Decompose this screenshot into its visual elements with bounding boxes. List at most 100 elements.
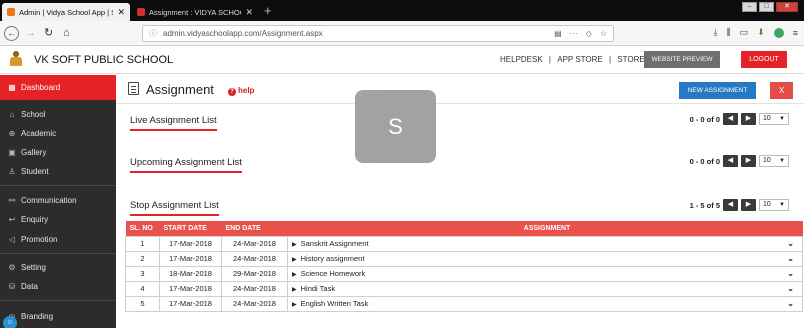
globe-icon: ⊕ (8, 129, 16, 138)
chevron-down-icon[interactable]: ⌄ (787, 299, 794, 308)
browser-tab-admin[interactable]: Admin | Vidya School App | S ✕ (2, 3, 130, 21)
download-icon[interactable]: ⤓ (714, 27, 718, 38)
chevron-down-icon[interactable]: ⌄ (787, 239, 794, 248)
start-date-cell: 17-Mar-2018 (159, 250, 222, 267)
table-row[interactable]: 4 17-Mar-2018 24-Mar-2018 ▶ Hindi Task ⌄ (125, 280, 803, 297)
school-logo-icon (9, 51, 23, 68)
assignment-name[interactable]: History assignment (301, 254, 365, 263)
pocket-icon[interactable]: ◇ (586, 29, 592, 38)
close-button[interactable]: X (770, 82, 793, 99)
expand-arrow-icon[interactable]: ▶ (292, 287, 297, 293)
store-link[interactable]: STORE (617, 55, 644, 64)
info-icon[interactable]: ⓘ (149, 28, 157, 39)
page-actions-icon[interactable]: ··· (570, 29, 578, 38)
url-text[interactable]: admin.vidyaschoolapp.com/Assignment.aspx (163, 29, 546, 38)
logout-button[interactable]: LOGOUT (741, 51, 787, 68)
table-row[interactable]: 3 18-Mar-2018 29-Mar-2018 ▶ Science Homework… (125, 265, 803, 282)
expand-arrow-icon[interactable]: ▶ (292, 302, 297, 308)
page-size-value: 10 (763, 115, 771, 122)
assignment-cell: ▶ Hindi Task ⌄ (287, 280, 803, 297)
helpdesk-link[interactable]: HELPDESK (500, 55, 543, 64)
table-row[interactable]: 5 17-Mar-2018 24-Mar-2018 ▶ English Written … (125, 295, 803, 312)
end-date-cell: 24-Mar-2018 (221, 295, 288, 312)
expand-arrow-icon[interactable]: ▶ (292, 272, 297, 278)
browser-toolbar: ← → ↻ ⌂ ⓘ admin.vidyaschoolapp.com/Assig… (0, 21, 804, 46)
main-content: Assignment ? help NEW ASSIGNMENT X Live A… (116, 75, 804, 328)
next-page-button[interactable]: ▶ (741, 113, 756, 125)
sidebar-item-communication[interactable]: ⚯ Communication (0, 191, 116, 210)
minimize-icon[interactable]: – (742, 2, 757, 12)
app-store-link[interactable]: APP STORE (557, 55, 603, 64)
prev-page-button[interactable]: ◀ (723, 155, 738, 167)
chevron-down-icon[interactable]: ⌄ (787, 269, 794, 278)
chevron-down-icon[interactable]: ⌄ (787, 284, 794, 293)
extension-icon[interactable]: ⬇ (757, 27, 765, 38)
sl-no-cell: 2 (125, 250, 160, 267)
sidebar-item-enquiry[interactable]: ↩ Enquiry (0, 210, 116, 229)
pager-live: 0 - 0 of 0 ◀ ▶ 10 ▼ (684, 113, 789, 125)
assignment-cell: ▶ History assignment ⌄ (287, 250, 803, 267)
chat-help-icon[interactable]: ☺ (3, 316, 17, 328)
page-size-select[interactable]: 10 ▼ (759, 199, 789, 211)
expand-arrow-icon[interactable]: ▶ (292, 242, 297, 248)
image-icon: ▣ (8, 148, 16, 157)
page-size-select[interactable]: 10 ▼ (759, 155, 789, 167)
library-icon[interactable]: ⫼ (727, 27, 731, 38)
assignment-cell: ▶ English Written Task ⌄ (287, 295, 803, 312)
sidebar-item-data[interactable]: ⛁ Data (0, 277, 116, 296)
end-date-cell: 24-Mar-2018 (221, 235, 288, 252)
new-assignment-button[interactable]: NEW ASSIGNMENT (679, 82, 756, 99)
assignment-name[interactable]: Science Homework (301, 269, 366, 278)
close-tab-icon[interactable]: ✕ (117, 7, 125, 18)
reader-icon[interactable]: ▤ (554, 29, 562, 38)
table-header-row: SL. NO START DATE END DATE ASSIGNMENT (125, 221, 803, 236)
new-tab-icon[interactable]: + (264, 3, 272, 18)
sidebar-item-dashboard[interactable]: ▦ Dashboard (0, 75, 116, 100)
assignment-name[interactable]: English Written Task (301, 299, 369, 308)
table-row[interactable]: 2 17-Mar-2018 24-Mar-2018 ▶ History assignme… (125, 250, 803, 267)
next-page-button[interactable]: ▶ (741, 155, 756, 167)
reload-icon[interactable]: ↻ (44, 26, 53, 40)
assignment-name[interactable]: Hindi Task (301, 284, 335, 293)
favicon-icon (137, 8, 145, 16)
column-header: SL. NO (125, 221, 160, 236)
forward-icon[interactable]: → (25, 26, 36, 40)
help-label: help (238, 86, 255, 95)
pager-stop: 1 - 5 of 5 ◀ ▶ 10 ▼ (684, 199, 789, 211)
back-icon[interactable]: ← (4, 26, 19, 41)
stop-assignment-table: SL. NO START DATE END DATE ASSIGNMENT 11… (125, 221, 803, 312)
close-tab-icon[interactable]: ✕ (245, 7, 253, 18)
assignment-name[interactable]: Sanskrit Assignment (301, 239, 369, 248)
address-bar[interactable]: ⓘ admin.vidyaschoolapp.com/Assignment.as… (142, 25, 614, 42)
prev-page-button[interactable]: ◀ (723, 199, 738, 211)
home-icon[interactable]: ⌂ (63, 26, 70, 40)
site-header: VK SOFT PUBLIC SCHOOL HELPDESK | APP STO… (0, 46, 804, 74)
extension-circle-icon[interactable] (773, 27, 784, 38)
hamburger-menu-icon[interactable]: ≡ (793, 28, 798, 38)
maximize-icon[interactable]: □ (759, 2, 774, 12)
page-size-select[interactable]: 10 ▼ (759, 113, 789, 125)
start-date-cell: 17-Mar-2018 (159, 280, 222, 297)
sidebar-item-branding[interactable]: ◎ Branding (0, 307, 116, 326)
gear-icon: ⚙ (8, 263, 16, 272)
window-close-icon[interactable]: ✕ (776, 2, 798, 12)
sidebar-item-academic[interactable]: ⊕ Academic (0, 124, 116, 143)
tab-title: Assignment : VIDYA SCHOOL A (149, 7, 241, 17)
chevron-down-icon[interactable]: ⌄ (787, 254, 794, 263)
sidebar-item-student[interactable]: ♙ Student (0, 162, 116, 181)
sidebar-item-gallery[interactable]: ▣ Gallery (0, 143, 116, 162)
browser-tab-assignment[interactable]: Assignment : VIDYA SCHOOL A ✕ (132, 3, 258, 21)
column-header: END DATE (221, 221, 288, 236)
pager-count: 0 - 0 of 0 (689, 156, 720, 166)
bookmark-star-icon[interactable]: ☆ (600, 29, 607, 38)
next-page-button[interactable]: ▶ (741, 199, 756, 211)
table-row[interactable]: 1 17-Mar-2018 24-Mar-2018 ▶ Sanskrit Assignm… (125, 235, 803, 252)
expand-arrow-icon[interactable]: ▶ (292, 257, 297, 263)
sidebar-item-setting[interactable]: ⚙ Setting (0, 258, 116, 277)
prev-page-button[interactable]: ◀ (723, 113, 738, 125)
help-link[interactable]: ? help (228, 86, 254, 96)
website-preview-button[interactable]: WEBSITE PREVIEW (644, 51, 720, 68)
sidebar-toggle-icon[interactable]: ▭ (740, 27, 749, 38)
sidebar-item-school[interactable]: ⌂ School (0, 105, 116, 124)
sidebar-item-promotion[interactable]: ◁ Promotion (0, 230, 116, 249)
